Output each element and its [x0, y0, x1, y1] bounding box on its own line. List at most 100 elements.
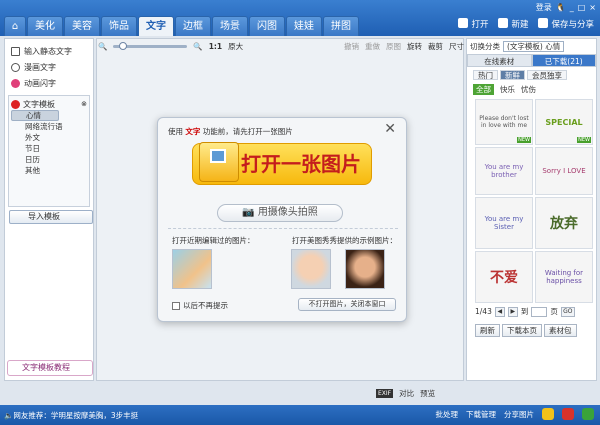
- tab-collage[interactable]: 拼图: [323, 16, 359, 36]
- save-icon: [538, 18, 549, 28]
- download-manager-button[interactable]: 下载管理: [466, 409, 496, 420]
- speaker-icon: 🔈: [4, 410, 14, 420]
- camera-icon: 📷: [242, 207, 258, 218]
- material-item[interactable]: You are my brother: [475, 147, 533, 195]
- material-item[interactable]: 放弃: [535, 197, 593, 249]
- open-button[interactable]: 打开: [458, 18, 488, 30]
- template-item-calendar[interactable]: 日历: [11, 154, 87, 165]
- crop-button[interactable]: 裁剪: [428, 41, 443, 52]
- page-input[interactable]: [531, 306, 548, 317]
- recent-image-thumb[interactable]: [172, 249, 212, 289]
- camera-button[interactable]: 📷 用摄像头拍照: [217, 204, 343, 222]
- ratio-button[interactable]: 1:1: [209, 42, 222, 51]
- subtab-happy[interactable]: 快乐: [500, 84, 515, 95]
- share-image-button[interactable]: 分享图片: [504, 409, 534, 420]
- slider-handle[interactable]: [119, 41, 128, 50]
- status-actions: 批处理 下载管理 分享图片: [436, 408, 594, 420]
- tutorial-button[interactable]: 文字模板教程: [7, 360, 93, 376]
- import-template-button[interactable]: 导入模板: [9, 210, 93, 224]
- login-link[interactable]: 登录: [536, 2, 552, 13]
- pager: 1/43 ◀ ▶ 到 页 GO: [475, 306, 575, 317]
- sample-image-girl[interactable]: [345, 249, 385, 289]
- close-button[interactable]: ×: [589, 3, 596, 12]
- tab-home[interactable]: ⌂: [4, 16, 26, 36]
- original-image-button[interactable]: 原图: [386, 41, 401, 52]
- zoom-slider[interactable]: [113, 41, 188, 50]
- template-item-foreign[interactable]: 外文: [11, 132, 87, 143]
- compare-button[interactable]: 对比: [399, 388, 414, 399]
- animated-text-item[interactable]: 动画闪字: [5, 75, 93, 91]
- undo-button[interactable]: 撤销: [344, 41, 359, 52]
- save-share-button[interactable]: 保存与分享: [538, 18, 594, 30]
- batch-button[interactable]: 批处理: [436, 409, 459, 420]
- tab-flash[interactable]: 闪图: [249, 16, 285, 36]
- window-controls: 登录 🐧 _ □ ×: [536, 2, 596, 13]
- filter-hot[interactable]: 热门: [473, 70, 498, 80]
- filter-new[interactable]: 新鲜: [500, 70, 525, 80]
- go-button[interactable]: GO: [560, 306, 575, 317]
- material-item[interactable]: Sorry I LOVE: [535, 147, 593, 195]
- divider: [168, 228, 398, 229]
- filter-vip[interactable]: 会员独享: [527, 70, 567, 80]
- sample-image-baby[interactable]: [291, 249, 331, 289]
- dialog-close-icon[interactable]: ✕: [384, 121, 396, 137]
- comic-text-item[interactable]: 漫画文字: [5, 59, 93, 75]
- tab-scene[interactable]: 场景: [212, 16, 248, 36]
- tab-online[interactable]: 在线素材: [467, 54, 532, 67]
- prev-page-button[interactable]: ◀: [494, 306, 505, 317]
- minimize-button[interactable]: _: [570, 3, 574, 12]
- canvas-bottom-bar: EXIF 对比 预览: [376, 388, 435, 399]
- download-page-button[interactable]: 下载本页: [502, 324, 542, 337]
- rotate-button[interactable]: 旋转: [407, 41, 422, 52]
- tab-makeup[interactable]: 美容: [64, 16, 100, 36]
- tab-beautify[interactable]: 美化: [27, 16, 63, 36]
- new-button[interactable]: 新建: [498, 18, 528, 30]
- open-image-button[interactable]: 打开一张图片: [192, 142, 372, 185]
- plus-icon[interactable]: [582, 408, 594, 420]
- tab-downloaded[interactable]: 已下载(21): [531, 54, 596, 67]
- tip-link[interactable]: 网友推荐：学明星按摩美胸，3步丰挺: [13, 410, 138, 421]
- material-item[interactable]: Please don't lost in love with me NEW: [475, 99, 533, 145]
- collapse-icon[interactable]: ⊗: [81, 100, 87, 108]
- refresh-button[interactable]: 刷新: [475, 324, 500, 337]
- original-size-button[interactable]: 原大: [228, 41, 243, 52]
- maximize-button[interactable]: □: [578, 3, 586, 12]
- tab-frame[interactable]: 边框: [175, 16, 211, 36]
- template-item-slang[interactable]: 网络流行语: [11, 121, 87, 132]
- close-dialog-button[interactable]: 不打开图片，关闭本窗口: [298, 298, 396, 311]
- subtab-all[interactable]: 全部: [473, 83, 494, 95]
- main-tabs: ⌂ 美化 美容 饰品 文字 边框 场景 闪图 娃娃 拼图: [4, 16, 359, 36]
- preview-button[interactable]: 预览: [420, 388, 435, 399]
- size-button[interactable]: 尺寸: [449, 41, 464, 52]
- material-item[interactable]: You are my Sister: [475, 197, 533, 249]
- next-page-button[interactable]: ▶: [507, 306, 518, 317]
- template-item-holiday[interactable]: 节日: [11, 143, 87, 154]
- flash-icon: [11, 78, 20, 88]
- redo-button[interactable]: 重做: [365, 41, 380, 52]
- tab-text[interactable]: 文字: [138, 16, 174, 36]
- home-icon: ⌂: [11, 21, 19, 32]
- star-icon[interactable]: [542, 408, 554, 420]
- template-item-mood[interactable]: 心情: [11, 110, 59, 121]
- material-item[interactable]: Waiting for happiness: [535, 251, 593, 303]
- template-item-other[interactable]: 其他: [11, 165, 87, 176]
- tab-accessories[interactable]: 饰品: [101, 16, 137, 36]
- zoom-in-icon[interactable]: 🔍: [193, 42, 202, 51]
- static-text-item[interactable]: 输入静态文字: [5, 43, 93, 59]
- category-select[interactable]: (文字模板) 心情: [503, 40, 565, 52]
- material-pack-button[interactable]: 素材包: [544, 324, 577, 337]
- picture-icon: [210, 149, 226, 163]
- dialog-title: 使用 文字 功能前，请先打开一张图片: [168, 127, 293, 136]
- material-tabs: 在线素材 已下载(21): [467, 54, 596, 67]
- material-item[interactable]: 不爱: [475, 251, 533, 303]
- template-header[interactable]: 文字模板 ⊗: [11, 98, 87, 110]
- tab-doll[interactable]: 娃娃: [286, 16, 322, 36]
- zoom-out-icon[interactable]: 🔍: [98, 42, 107, 51]
- exif-badge[interactable]: EXIF: [376, 389, 394, 398]
- weibo-icon[interactable]: [562, 408, 574, 420]
- material-item[interactable]: SPECIAL NEW: [535, 99, 593, 145]
- top-bar: 登录 🐧 _ □ × ⌂ 美化 美容 饰品 文字 边框 场景 闪图 娃娃 拼图 …: [0, 0, 600, 36]
- subtab-sad[interactable]: 忧伤: [521, 84, 536, 95]
- qq-icon[interactable]: 🐧: [556, 3, 566, 12]
- dont-remind-checkbox[interactable]: 以后不再提示: [172, 300, 228, 311]
